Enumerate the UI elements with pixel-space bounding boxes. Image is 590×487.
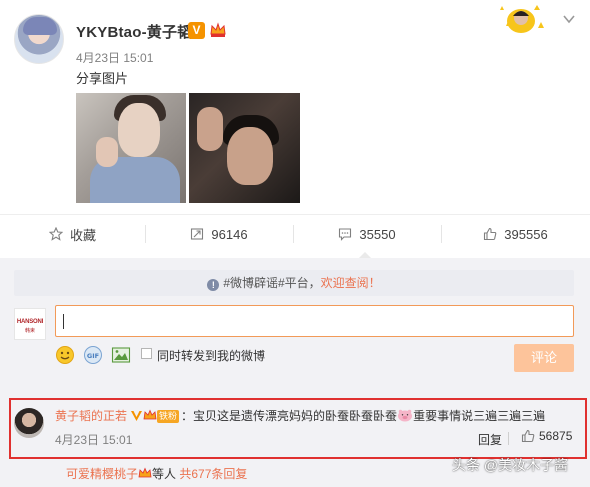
favorite-label: 收藏 [69,227,96,243]
comment-time: 4月23日 15:01 [55,433,133,447]
info-icon: ! [207,279,220,291]
fan-badge: 铁粉 [157,410,180,423]
sub-reply-count[interactable]: 共677条回复 [179,467,247,481]
my-avatar-brand: HANSONI [16,319,44,325]
verified-badge-icon: V [188,22,205,39]
emoji-icon[interactable] [55,345,75,365]
comment-like-count: 56875 [539,429,573,443]
post-action-bar: 收藏 96146 35550 395556 [0,214,590,252]
weibo-post: YKYBtao-黄子韬 V 4月23日 15:01 分享图片 [0,0,590,214]
crown-icon [143,409,157,420]
sub-reply-name[interactable]: 可爱精樱桃子 [66,467,138,481]
author-name[interactable]: YKYBtao-黄子韬 [76,21,192,42]
star-icon [48,227,63,241]
also-forward-checkbox[interactable] [141,348,152,359]
comment-separator: ： [181,409,194,423]
text-caret [63,314,64,329]
comment-count: 35550 [359,226,396,242]
commenter-name[interactable]: 黄子韬的正若 [55,409,127,423]
forward-button[interactable]: 96146 [145,215,293,253]
crown-icon [138,467,152,478]
post-image-2[interactable] [189,93,300,203]
crown-icon [210,22,226,37]
submit-comment-button[interactable]: 评论 [514,344,574,372]
post-text: 分享图片 [76,71,129,86]
comment-panel: ! #微博辟谣#平台，欢迎查阅！ HANSONI 韩束 GIF 同时转发到我的微博… [0,258,590,487]
my-avatar-brand-sub: 韩束 [24,328,35,334]
sub-reply-summary[interactable]: 可爱精樱桃子 等人 共677条回复 [66,465,247,482]
comment-icon [339,228,352,241]
my-avatar[interactable]: HANSONI 韩束 [14,308,46,340]
comment-input[interactable] [55,305,574,337]
like-button[interactable]: 395556 [441,215,590,253]
notice-link[interactable]: 欢迎查阅！ [321,276,381,290]
also-forward-label: 同时转发到我的微博 [157,349,266,363]
decor-sticker-icon [500,5,544,33]
commenter-avatar[interactable] [14,408,44,438]
post-time[interactable]: 4月23日 15:01 [76,49,153,66]
like-count: 395556 [504,226,548,242]
top-comment-text: 黄子韬的正若 铁粉 ：宝贝这是遗传漂亮妈妈的卧蚕卧蚕卧蚕 重要事情说三遍三遍三遍 [55,407,545,424]
comment-body-tail: 重要事情说三遍三遍三遍 [413,409,546,423]
author-avatar[interactable] [14,14,64,64]
comment-action-divider [508,432,509,445]
comment-like-button[interactable]: 56875 [521,429,572,443]
thumbs-up-icon [484,227,497,241]
post-image-1[interactable] [76,93,186,203]
svg-text:GIF: GIF [87,352,99,360]
pig-emoji-icon [398,409,413,422]
comment-button[interactable]: 35550 [293,215,441,253]
watermark: 头条 @美妆木子酱 [452,457,569,473]
reply-button[interactable]: 回复 [478,431,502,448]
forward-count: 96146 [211,226,248,242]
rumor-notice[interactable]: ! #微博辟谣#平台，欢迎查阅！ [14,270,574,296]
chevron-down-icon[interactable] [562,12,576,26]
notice-text: #微博辟谣#平台， [223,276,321,290]
comment-body: 宝贝这是遗传漂亮妈妈的卧蚕卧蚕卧蚕 [193,409,398,423]
verified-badge-icon [131,411,143,421]
sub-reply-mid: 等人 [152,467,177,481]
gif-icon[interactable]: GIF [83,345,103,365]
forward-icon [191,228,204,240]
favorite-button[interactable]: 收藏 [0,215,145,253]
thumbs-up-icon [521,429,535,443]
image-icon[interactable] [111,345,131,365]
